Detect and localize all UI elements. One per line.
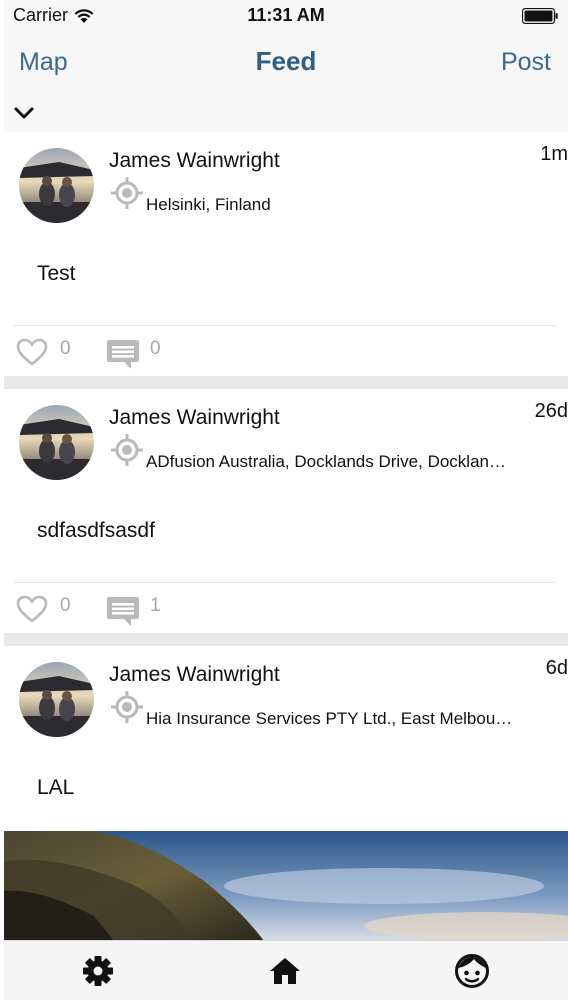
divider bbox=[14, 325, 556, 326]
heart-icon[interactable] bbox=[16, 338, 48, 366]
author-name[interactable]: James Wainwright bbox=[109, 406, 280, 430]
tab-bar bbox=[4, 940, 568, 1000]
avatar[interactable] bbox=[19, 662, 94, 737]
tab-profile[interactable] bbox=[412, 941, 532, 1000]
background-photo bbox=[4, 831, 568, 941]
post-actions: 0 1 bbox=[4, 585, 568, 631]
status-bar: Carrier 11:31 AM bbox=[4, 0, 568, 32]
author-name[interactable]: James Wainwright bbox=[109, 663, 280, 687]
post-location: Helsinki, Finland bbox=[146, 195, 271, 214]
location-target-icon bbox=[111, 691, 143, 723]
post-location: Hia Insurance Services PTY Ltd., East Me… bbox=[146, 709, 513, 728]
chevron-down-icon[interactable] bbox=[14, 106, 34, 120]
home-icon bbox=[270, 958, 300, 984]
comment-icon[interactable] bbox=[106, 338, 140, 370]
author-name[interactable]: James Wainwright bbox=[109, 149, 280, 173]
app-screen: Carrier 11:31 AM Map Feed Post James Wai… bbox=[4, 0, 568, 1000]
comment-count: 0 bbox=[150, 338, 161, 359]
heart-icon[interactable] bbox=[16, 595, 48, 623]
page-title: Feed bbox=[255, 46, 317, 76]
comment-icon[interactable] bbox=[106, 595, 140, 627]
divider bbox=[14, 582, 556, 583]
post-location: ADfusion Australia, Docklands Drive, Doc… bbox=[146, 452, 506, 471]
post-text: sdfasdfsasdf bbox=[37, 519, 155, 542]
post-card[interactable]: James Wainwright 1m Helsinki, Finland Te… bbox=[4, 132, 568, 376]
post-card[interactable]: James Wainwright 6d Hia Insurance Servic… bbox=[4, 646, 568, 832]
face-icon bbox=[455, 954, 489, 988]
battery-icon bbox=[522, 8, 558, 24]
collapse-row bbox=[4, 94, 568, 132]
like-count: 0 bbox=[60, 595, 71, 616]
post-text: LAL bbox=[37, 776, 75, 799]
post-time: 26d bbox=[534, 400, 568, 422]
comment-count: 1 bbox=[150, 595, 161, 616]
post-text: Test bbox=[37, 262, 76, 285]
location-target-icon bbox=[111, 434, 143, 466]
feed-list: James Wainwright 1m Helsinki, Finland Te… bbox=[4, 132, 568, 832]
post-actions: 0 0 bbox=[4, 328, 568, 374]
tab-settings[interactable] bbox=[38, 941, 158, 1000]
post-time: 1m bbox=[540, 143, 568, 165]
post-time: 6d bbox=[545, 657, 568, 679]
avatar[interactable] bbox=[19, 148, 94, 223]
navigation-bar: Map Feed Post bbox=[4, 32, 568, 94]
like-count: 0 bbox=[60, 338, 71, 359]
tab-home[interactable] bbox=[225, 941, 345, 1000]
post-button[interactable]: Post bbox=[501, 48, 551, 77]
location-target-icon bbox=[111, 177, 143, 209]
gear-icon bbox=[83, 956, 113, 986]
post-card[interactable]: James Wainwright 26d ADfusion Australia,… bbox=[4, 389, 568, 633]
avatar[interactable] bbox=[19, 405, 94, 480]
clock: 11:31 AM bbox=[247, 5, 325, 25]
